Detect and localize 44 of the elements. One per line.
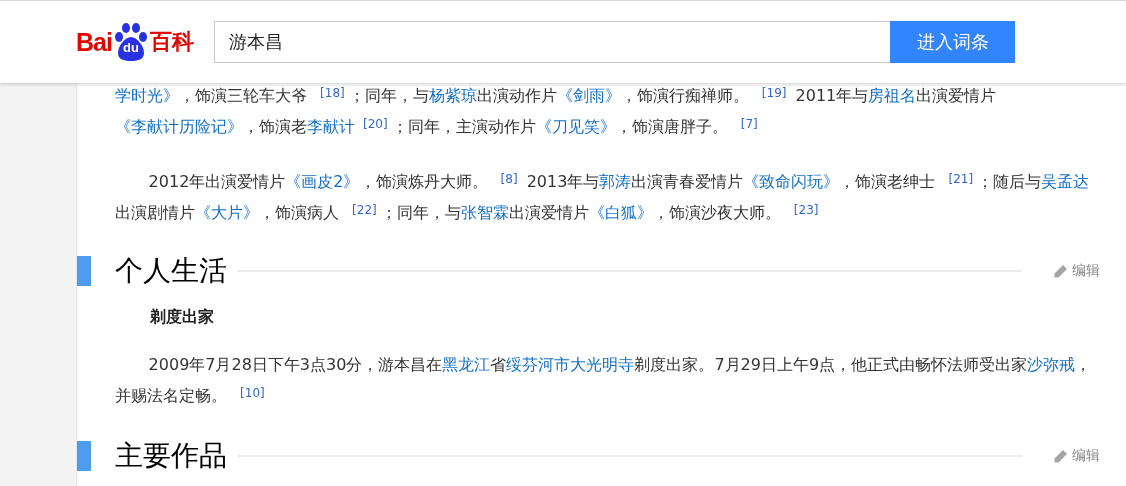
- section-title: 个人生活: [115, 253, 227, 289]
- logo-text: Bai: [76, 27, 112, 57]
- text-link[interactable]: 沙弥戒: [1027, 355, 1076, 374]
- citation-link[interactable]: [7]: [740, 117, 758, 131]
- text-link[interactable]: 黑龙江: [442, 355, 491, 374]
- text-link[interactable]: 吴孟达: [1041, 172, 1090, 191]
- paragraph: 2009年7月28日下午3点30分，游本昌在黑龙江省绥芬河市大光明寺剃度出家。7月29日上午9点，他正式由畅怀法师受出家沙弥戒，并赐法名定畅。 $^{[10]}$: [115, 354, 1093, 407]
- text-link[interactable]: 绥芬河市大光明寺: [506, 355, 635, 374]
- text-link[interactable]: 《李献计历险记》: [115, 117, 243, 136]
- citation-link[interactable]: [10]: [240, 386, 265, 400]
- text-link[interactable]: 《大片》: [195, 203, 259, 222]
- text-link[interactable]: 房祖名: [868, 86, 917, 105]
- citation-link[interactable]: [21]: [948, 172, 974, 186]
- text-link[interactable]: 杨紫琼: [428, 86, 477, 105]
- section-marker: [77, 256, 91, 286]
- citation-link[interactable]: [22]: [352, 203, 377, 217]
- text-link[interactable]: 《致命闪玩》: [743, 172, 840, 191]
- text-link[interactable]: 郭涛: [599, 172, 632, 191]
- citation-link[interactable]: [18]: [320, 86, 345, 100]
- citation-link[interactable]: [20]: [363, 117, 388, 131]
- text-link[interactable]: 学时光》: [115, 86, 179, 105]
- text-link[interactable]: 《剑雨》: [556, 86, 621, 105]
- text-link[interactable]: 李献计: [307, 117, 355, 136]
- text-link[interactable]: 《白狐》: [588, 203, 653, 222]
- logo-text: du: [121, 40, 140, 56]
- text-link[interactable]: 张智霖: [460, 203, 509, 222]
- pencil-icon: [1052, 447, 1069, 465]
- paragraph: 学时光》，饰演三轮车大爷 $^{[18]}$ ；同年，与杨紫琼出演动作片《剑雨》，饰演行痴禅师。 $^{[19]}$ 2011年与房祖名出演爱情片 《李献计历险记》，饰演老李献计 $^{[20]}$ ；同年，主演动作片《刀见笑》，饰演唐胖子。 $^{[7]}$: [115, 85, 998, 138]
- edit-link[interactable]: 编辑: [1052, 447, 1100, 465]
- citation-link[interactable]: [8]: [500, 172, 518, 186]
- subsection-title: 剃度出家: [150, 306, 215, 328]
- paragraph: 2012年出演爱情片《画皮2》，饰演炼丹大师。 $^{[8]}$ 2013年与郭涛出演青春爱情片《致命闪玩》，饰演老绅士 $^{[21]}$ ；随后与吴孟达 出演剧情片《大片》，饰演病人 $^{[22]}$ ；同年，与张智霖出演爱情片《白狐》，饰演沙夜大师。 $^{[23]}$: [115, 171, 1091, 224]
- section-title: 主要作品: [115, 438, 227, 474]
- text-link[interactable]: 《画皮2》: [285, 172, 360, 191]
- text-link[interactable]: 《刀见笑》: [535, 117, 616, 136]
- enter-entry-button[interactable]: 进入词条: [890, 21, 1015, 63]
- citation-link[interactable]: [19]: [761, 86, 787, 100]
- section-marker: [77, 441, 91, 471]
- paw-icon: [112, 22, 149, 62]
- logo-text: 百科: [149, 28, 194, 56]
- edit-link[interactable]: 编辑: [1052, 262, 1100, 280]
- citation-link[interactable]: [23]: [793, 203, 819, 217]
- pencil-icon: [1052, 262, 1069, 280]
- search-field[interactable]: 游本昌: [214, 21, 890, 63]
